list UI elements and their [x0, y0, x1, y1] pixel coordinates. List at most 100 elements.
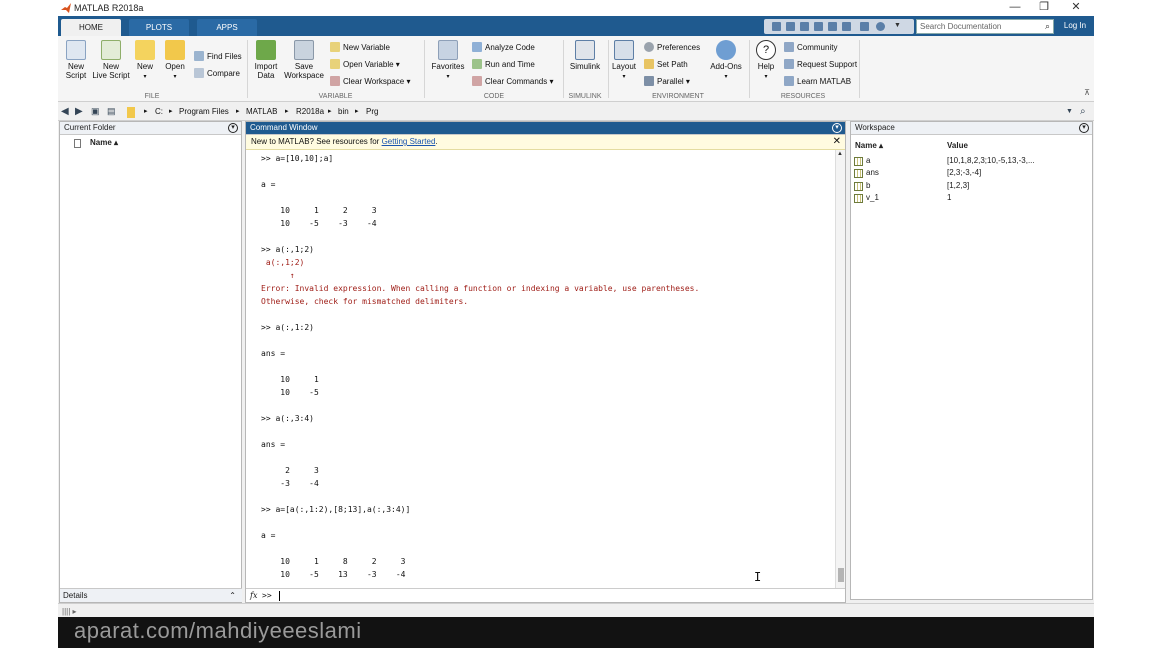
compare-button[interactable]: Compare: [194, 67, 240, 81]
save-workspace-icon: [294, 40, 314, 60]
workspace-row[interactable]: b [1,2,3]: [854, 180, 1090, 192]
clear-workspace-button[interactable]: Clear Workspace ▾: [330, 75, 410, 89]
file-icon: [74, 139, 81, 148]
new-script-button[interactable]: New Script: [58, 40, 94, 92]
breadcrumb-program-files[interactable]: Program Files: [179, 107, 229, 116]
find-files-button[interactable]: Find Files: [194, 50, 242, 64]
search-documentation-input[interactable]: Search Documentation ⌕: [916, 19, 1054, 34]
tab-apps[interactable]: APPS: [197, 19, 257, 36]
breadcrumb-c[interactable]: C:: [155, 107, 163, 116]
help-icon[interactable]: [876, 22, 885, 31]
panel-actions-icon[interactable]: ▾: [228, 123, 238, 133]
window-title: MATLAB R2018a: [74, 3, 144, 13]
simulink-button[interactable]: Simulink: [566, 40, 604, 92]
cut-icon[interactable]: [786, 22, 795, 31]
workspace-row[interactable]: a [10,1,8,2,3;10,-5,13,-3,...: [854, 155, 1090, 167]
preferences-button[interactable]: Preferences: [644, 41, 700, 55]
address-dropdown-icon[interactable]: ▼: [1066, 108, 1073, 115]
search-folder-icon[interactable]: ⌕: [1080, 106, 1086, 117]
analyze-code-button[interactable]: Analyze Code: [472, 41, 535, 55]
new-live-script-button[interactable]: New Live Script: [92, 40, 130, 92]
command-window-scrollbar[interactable]: ▲ ▼: [835, 150, 845, 600]
scrollbar-thumb[interactable]: [838, 568, 844, 582]
switch-windows-icon[interactable]: [860, 22, 869, 31]
details-panel-header[interactable]: Details ⌃: [60, 588, 242, 602]
redo-icon[interactable]: [842, 22, 851, 31]
run-and-time-icon: [472, 59, 482, 69]
workspace-value-column[interactable]: Value: [947, 141, 968, 150]
set-path-label: Set Path: [657, 60, 688, 69]
layout-button[interactable]: Layout ▾: [608, 40, 640, 92]
clear-commands-button[interactable]: Clear Commands ▾: [472, 75, 554, 89]
open-variable-button[interactable]: Open Variable ▾: [330, 58, 400, 72]
minimize-button[interactable]: —: [1001, 1, 1029, 15]
chevron-down-icon[interactable]: ▼: [894, 22, 903, 31]
tab-plots[interactable]: PLOTS: [129, 19, 189, 36]
paste-icon[interactable]: [814, 22, 823, 31]
import-data-button[interactable]: Import Data: [248, 40, 284, 92]
close-banner-icon[interactable]: ✕: [833, 135, 841, 149]
command-window-output[interactable]: >> a=[10,10];a] a = 10 1 2 3 10 -5 -3 -4 >…: [261, 152, 836, 582]
favorites-button[interactable]: Favorites ▾: [428, 40, 468, 92]
forward-arrow-icon[interactable]: ▶: [75, 106, 83, 117]
chevron-up-icon[interactable]: ⌃: [229, 589, 236, 602]
add-ons-button[interactable]: Add-Ons ▾: [706, 40, 746, 92]
breadcrumb-r2018a[interactable]: R2018a: [296, 107, 324, 116]
back-arrow-icon[interactable]: ◀: [61, 106, 69, 117]
copy-icon[interactable]: [800, 22, 809, 31]
command-prompt[interactable]: fx >>: [246, 588, 845, 602]
undo-icon[interactable]: [828, 22, 837, 31]
panel-actions-icon[interactable]: ▾: [832, 123, 842, 133]
open-label: Open: [165, 62, 185, 71]
close-button[interactable]: ✕: [1062, 1, 1090, 15]
save-icon[interactable]: [772, 22, 781, 31]
run-and-time-button[interactable]: Run and Time: [472, 58, 535, 72]
variable-name: b: [866, 180, 871, 190]
new-label: New: [136, 62, 153, 71]
open-button[interactable]: Open ▾: [160, 40, 190, 92]
log-in-link[interactable]: Log In: [1058, 18, 1092, 34]
breadcrumb-matlab[interactable]: MATLAB: [246, 107, 277, 116]
save-workspace-button[interactable]: Save Workspace: [284, 40, 324, 92]
up-folder-icon[interactable]: ▣: [91, 106, 100, 117]
clear-workspace-label: Clear Workspace: [343, 77, 405, 86]
video-watermark-bar: aparat.com/mahdiyeeeslami: [58, 617, 1094, 648]
add-ons-icon: [716, 40, 736, 60]
function-browser-icon[interactable]: fx: [250, 589, 257, 602]
collapse-toolstrip-icon[interactable]: ⊼: [1084, 88, 1090, 97]
search-icon[interactable]: ⌕: [1045, 21, 1050, 32]
new-button[interactable]: New ▾: [130, 40, 160, 92]
restore-button[interactable]: ❐: [1030, 1, 1058, 15]
workspace-row[interactable]: ans [2,3;-3,-4]: [854, 167, 1090, 179]
tab-home[interactable]: HOME: [61, 19, 121, 36]
parallel-button[interactable]: Parallel ▾: [644, 75, 690, 89]
learn-matlab-icon: [784, 76, 794, 86]
new-variable-label: New Variable: [343, 43, 390, 52]
set-path-button[interactable]: Set Path: [644, 58, 688, 72]
output-line: 2 3: [261, 466, 319, 475]
getting-started-link[interactable]: Getting Started: [382, 137, 436, 146]
new-variable-button[interactable]: New Variable: [330, 41, 390, 55]
breadcrumb-bin[interactable]: bin: [338, 107, 349, 116]
workspace-row[interactable]: v_1 1: [854, 192, 1090, 204]
name-column-header[interactable]: Name ▴: [90, 138, 118, 147]
breadcrumb-prg[interactable]: Prg: [366, 107, 378, 116]
matlab-logo-icon: [61, 3, 71, 13]
panel-actions-icon[interactable]: ▾: [1079, 123, 1089, 133]
scroll-up-icon[interactable]: ▲: [837, 151, 843, 157]
community-button[interactable]: Community: [784, 41, 837, 55]
breadcrumb-separator: ▸: [328, 108, 332, 115]
workspace-name-column[interactable]: Name ▴: [855, 141, 883, 150]
error-line: a(:,1;2): [261, 258, 305, 267]
help-button[interactable]: ? Help ▾: [750, 40, 782, 92]
request-support-button[interactable]: Request Support: [784, 58, 857, 72]
error-line: ↑: [261, 271, 295, 280]
output-line: ans =: [261, 440, 286, 449]
browse-folder-icon[interactable]: ▤: [107, 106, 116, 117]
learn-matlab-button[interactable]: Learn MATLAB: [784, 75, 851, 89]
matrix-icon: [854, 181, 863, 191]
workspace-panel: Workspace ▾ Name ▴ Value a [10,1,8,2,3;10…: [850, 121, 1093, 600]
